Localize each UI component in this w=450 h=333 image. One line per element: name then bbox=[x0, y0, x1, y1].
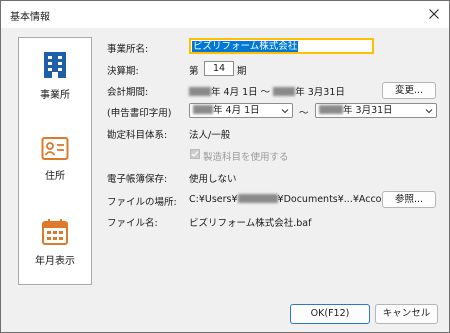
contact-card-icon bbox=[41, 137, 69, 160]
subject-system-label: 勘定科目体系: bbox=[107, 130, 168, 141]
business-name-value: ビズリフォーム株式会社 bbox=[192, 41, 299, 52]
accounting-period-value: 年 4月 1日 〜 年 3月31日 bbox=[189, 84, 345, 98]
redacted-year bbox=[189, 87, 211, 96]
e-book-value: 使用しない bbox=[189, 174, 237, 185]
file-name-value: ビズリフォーム株式会社.baf bbox=[189, 218, 312, 229]
checkmark-icon bbox=[191, 151, 199, 157]
ok-button[interactable]: OK(F12) bbox=[290, 304, 370, 324]
chevron-down-icon bbox=[425, 109, 433, 114]
redacted-year bbox=[193, 105, 213, 114]
declaration-end-select[interactable]: 年 3月31日 bbox=[315, 103, 437, 118]
title-bar: 基本情報 bbox=[1, 1, 449, 28]
declaration-end: 年 3月31日 bbox=[343, 105, 393, 116]
change-button[interactable]: 変更... bbox=[382, 82, 436, 99]
file-location-prefix: C:¥Users¥ bbox=[189, 194, 238, 205]
nav-item-label: 住所 bbox=[45, 171, 65, 182]
file-location-value: C:¥Users¥ ¥Documents¥...¥Account bbox=[189, 194, 397, 205]
nav-item-label: 年月表示 bbox=[35, 256, 75, 267]
calendar-icon bbox=[42, 219, 68, 245]
nav-item-date-display[interactable]: 年月表示 bbox=[19, 204, 91, 284]
declaration-tilde: 〜 bbox=[299, 108, 309, 119]
declaration-start-select[interactable]: 年 4月 1日 bbox=[189, 103, 293, 118]
accounting-end: 年 3月31日 bbox=[295, 87, 345, 98]
declaration-start: 年 4月 1日 bbox=[213, 105, 260, 116]
manufacturing-checkbox[interactable] bbox=[190, 149, 200, 159]
period-prefix: 第 bbox=[189, 66, 199, 77]
nav-item-address[interactable]: 住所 bbox=[19, 122, 91, 202]
file-location-label: ファイルの場所: bbox=[107, 197, 177, 208]
accounting-tilde: 〜 bbox=[260, 87, 271, 98]
dialog-title: 基本情報 bbox=[10, 12, 50, 23]
dialog-window: 基本情報 事業所 住所 年月表示 事業所名: ビズリフォーム株式会社 決算期: … bbox=[0, 0, 450, 333]
nav-item-office[interactable]: 事業所 bbox=[19, 38, 91, 120]
manufacturing-checkbox-label: 製造科目を使用する bbox=[203, 152, 289, 163]
period-suffix: 期 bbox=[237, 66, 247, 77]
close-icon[interactable] bbox=[425, 5, 443, 23]
business-name-input[interactable]: ビズリフォーム株式会社 bbox=[189, 38, 374, 54]
period-input[interactable]: 14 bbox=[204, 61, 234, 76]
nav-item-label: 事業所 bbox=[40, 90, 70, 101]
period-label: 決算期: bbox=[107, 66, 139, 77]
cancel-button[interactable]: キャンセル bbox=[375, 304, 438, 324]
file-location-suffix: ¥Documents¥...¥Account bbox=[277, 194, 398, 205]
e-book-label: 電子帳簿保存: bbox=[107, 174, 168, 185]
redacted-year bbox=[273, 87, 296, 96]
accounting-start: 年 4月 1日 bbox=[211, 87, 258, 98]
building-icon bbox=[44, 52, 66, 78]
browse-button[interactable]: 参照... bbox=[382, 191, 436, 208]
declaration-label: (申告書印字用) bbox=[107, 108, 172, 119]
accounting-period-label: 会計期間: bbox=[107, 87, 149, 98]
subject-system-value: 法人/一般 bbox=[189, 130, 231, 141]
redacted-year bbox=[319, 105, 343, 114]
redacted-username bbox=[237, 194, 278, 203]
chevron-down-icon bbox=[281, 109, 289, 114]
business-name-label: 事業所名: bbox=[107, 44, 149, 55]
file-name-label: ファイル名: bbox=[107, 218, 158, 229]
category-nav: 事業所 住所 年月表示 bbox=[18, 37, 92, 285]
